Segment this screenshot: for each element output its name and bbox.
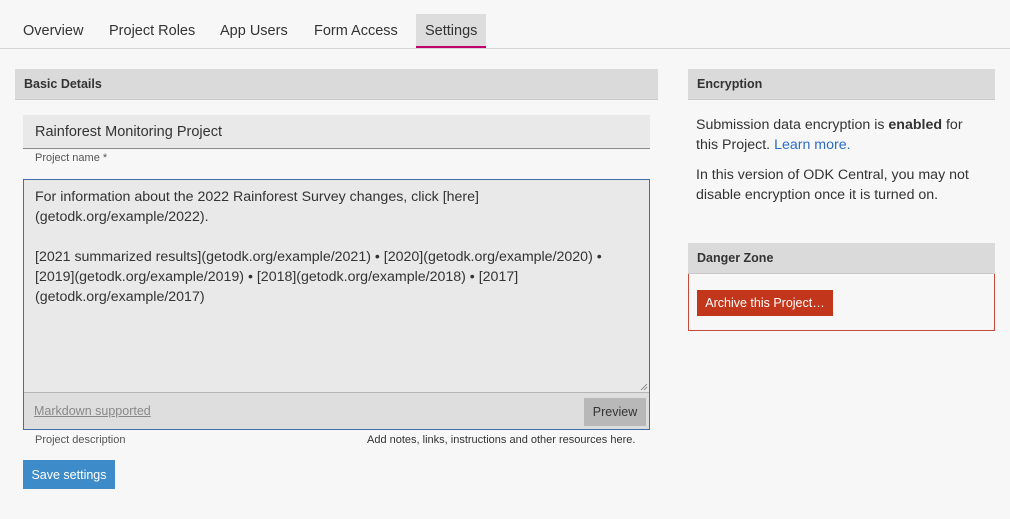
danger-zone-heading: Danger Zone xyxy=(688,243,995,274)
tab-app-users[interactable]: App Users xyxy=(211,14,297,48)
project-description-field[interactable]: For information about the 2022 Rainfores… xyxy=(23,179,650,430)
tab-project-roles[interactable]: Project Roles xyxy=(100,14,204,48)
project-description-hint: Add notes, links, instructions and other… xyxy=(367,434,636,446)
project-name-label: Project name * xyxy=(35,152,108,164)
preview-button[interactable]: Preview xyxy=(584,398,646,426)
tab-overview[interactable]: Overview xyxy=(14,14,92,48)
learn-more-link[interactable]: Learn more. xyxy=(774,137,851,153)
encryption-note: In this version of ODK Central, you may … xyxy=(696,167,969,203)
archive-project-button[interactable]: Archive this Project… xyxy=(697,290,833,316)
tab-settings[interactable]: Settings xyxy=(416,14,487,48)
encryption-enabled-label: enabled xyxy=(888,117,943,133)
tab-form-access[interactable]: Form Access xyxy=(305,14,407,48)
project-tabs: Overview Project Roles App Users Form Ac… xyxy=(0,0,1010,49)
project-description-text[interactable]: For information about the 2022 Rainfores… xyxy=(35,187,635,307)
description-toolbar: Markdown supported Preview xyxy=(24,392,649,429)
basic-details-heading: Basic Details xyxy=(15,69,658,100)
encryption-status-text: Submission data encryption is enabled fo… xyxy=(696,117,963,153)
resize-handle-icon[interactable] xyxy=(640,383,648,391)
encryption-heading: Encryption xyxy=(688,69,995,100)
markdown-supported-link[interactable]: Markdown supported xyxy=(34,404,151,418)
project-description-label: Project description xyxy=(35,434,126,446)
save-settings-button[interactable]: Save settings xyxy=(23,460,115,489)
project-name-field[interactable]: Rainforest Monitoring Project xyxy=(23,115,650,149)
